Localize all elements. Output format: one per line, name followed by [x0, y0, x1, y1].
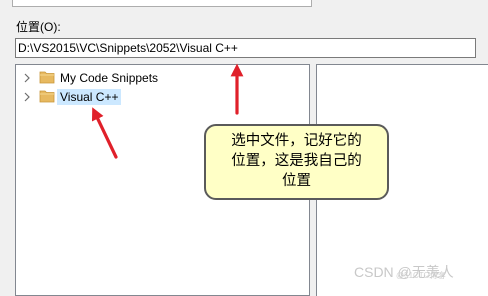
site-watermark: @51CTO博客: [396, 271, 446, 280]
callout-line: 位置，这是我自己的: [231, 153, 362, 169]
folder-icon: [39, 70, 55, 87]
tree-item-my-code-snippets[interactable]: My Code Snippets: [21, 69, 158, 87]
location-label: 位置(O):: [16, 20, 61, 34]
annotation-callout: 选中文件，记好它的 位置，这是我自己的 位置: [204, 124, 389, 200]
tree-item-label: My Code Snippets: [60, 71, 159, 85]
folder-icon: [39, 89, 55, 106]
chevron-right-icon[interactable]: [21, 69, 33, 87]
top-strip: [0, 0, 488, 12]
callout-line: 选中文件，记好它的: [231, 133, 362, 149]
callout-line: 位置: [282, 173, 311, 189]
location-path-field[interactable]: D:\VS2015\VC\Snippets\2052\Visual C++: [15, 38, 476, 58]
top-field-edge: [12, 0, 312, 7]
tree-item-visual-cpp[interactable]: Visual C++: [21, 88, 122, 106]
chevron-right-icon[interactable]: [21, 88, 33, 106]
tree-item-label: Visual C++: [57, 89, 122, 105]
